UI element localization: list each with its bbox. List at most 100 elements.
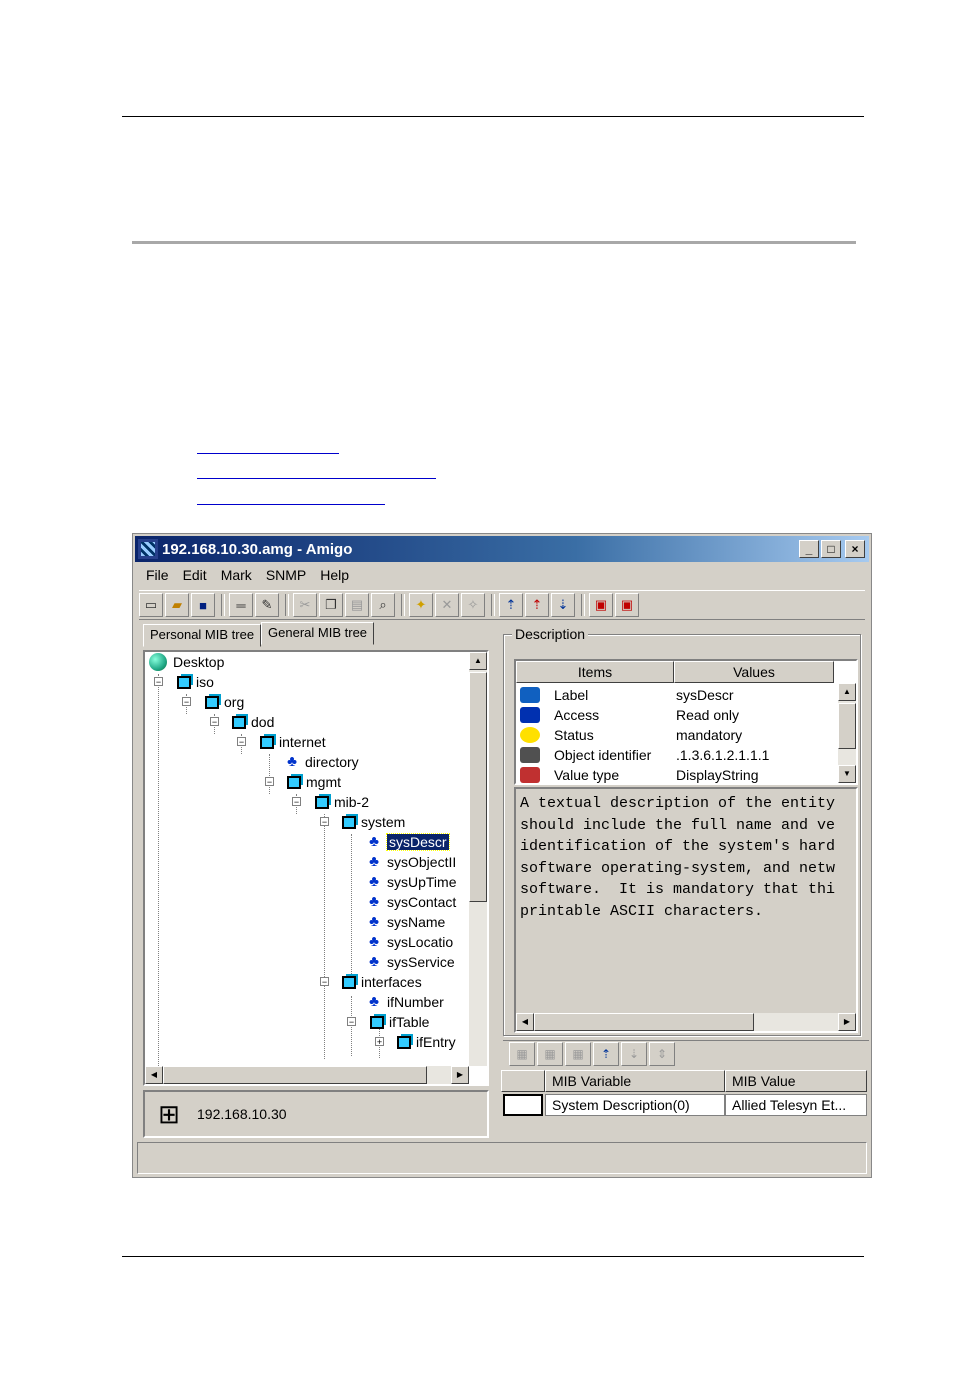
scroll-right-icon[interactable]: ▶ [838,1013,856,1031]
scroll-left-icon[interactable]: ◀ [516,1013,534,1031]
desc-horizontal-scrollbar[interactable]: ◀ ▶ [516,1013,856,1031]
description-row[interactable]: Access Read only [516,705,739,725]
copy-icon[interactable]: ❐ [319,593,343,617]
collapse-iftable[interactable]: − [347,1017,356,1027]
close-button[interactable]: × [845,540,865,558]
desc-hscroll-thumb[interactable] [534,1013,754,1031]
tree-hscroll-thumb[interactable] [163,1066,427,1084]
mib-leaf-icon: ♣ [369,893,379,910]
snmp-set-icon[interactable]: ⇣ [551,593,575,617]
cut-icon[interactable]: ✂ [293,593,317,617]
tree-node-org[interactable]: org [205,692,244,712]
tree-node-iso[interactable]: iso [177,672,214,692]
tree-horizontal-scrollbar[interactable]: ◀ ▶ [145,1066,469,1084]
menu-edit[interactable]: Edit [176,564,214,586]
tab-personal-mib-tree[interactable]: Personal MIB tree [143,624,262,647]
open-folder-icon[interactable]: ▰ [165,593,189,617]
grid-scroll-thumb[interactable] [838,703,856,749]
description-row[interactable]: Label sysDescr [516,685,734,705]
section-rule [132,241,856,244]
menu-file[interactable]: File [139,564,176,586]
tree-node-sysdescr[interactable]: ♣ sysDescr [365,832,450,852]
scroll-right-icon[interactable]: ▶ [451,1066,469,1084]
new-file-icon[interactable]: ▭ [139,593,163,617]
connect-icon[interactable]: ═ [229,593,253,617]
description-row[interactable]: Object identifier .1.3.6.1.2.1.1.1 [516,745,769,765]
description-row[interactable]: Value type DisplayString [516,765,758,783]
scroll-left-icon[interactable]: ◀ [145,1066,163,1084]
tree-node-syslocation[interactable]: ♣ sysLocatio [365,932,453,952]
table-row-value[interactable]: Allied Telesyn Et... [725,1094,867,1116]
column-mib-value[interactable]: MIB Value [725,1070,867,1092]
snmp-get-icon[interactable]: ⇡ [499,593,523,617]
snmp-getnext-icon[interactable]: ⇡ [525,593,549,617]
tree-node-iftable[interactable]: ifTable [370,1012,429,1032]
tree-vertical-scrollbar[interactable]: ▲ [469,652,487,1066]
row-selector[interactable] [503,1094,543,1116]
var-getnext-icon[interactable]: ▦ [537,1042,563,1066]
scroll-down-icon[interactable]: ▼ [838,765,856,783]
expand-ifentry[interactable]: + [375,1037,384,1047]
tree-node-ifentry[interactable]: ifEntry [397,1032,456,1052]
description-row[interactable]: Status mandatory [516,725,742,745]
column-blank[interactable] [501,1070,545,1092]
maximize-button[interactable]: □ [821,540,841,558]
var-clear-icon[interactable]: ⇕ [649,1042,675,1066]
collapse-org[interactable]: − [182,697,191,707]
minimize-button[interactable]: _ [799,540,819,558]
tree-node-syscontact[interactable]: ♣ sysContact [365,892,456,912]
doc-link-1[interactable] [197,453,339,454]
doc-link-3[interactable] [197,504,385,505]
tree-node-mib-2[interactable]: mib-2 [315,792,369,812]
title-bar[interactable]: 192.168.10.30.amg - Amigo _ □ × [135,536,869,562]
save-icon[interactable]: ■ [191,593,215,617]
paste-icon[interactable]: ▤ [345,593,369,617]
scroll-up-icon[interactable]: ▲ [469,652,487,670]
folder-cube-icon [287,775,301,789]
tree-node-internet[interactable]: internet [260,732,326,752]
scroll-up-icon[interactable]: ▲ [838,683,856,701]
menu-mark[interactable]: Mark [214,564,259,586]
tree-node-dod[interactable]: dod [232,712,274,732]
find-icon[interactable]: ⌕ [371,593,395,617]
trap-send-icon[interactable]: ▣ [615,593,639,617]
tree-node-sysname[interactable]: ♣ sysName [365,912,445,932]
tree-node-sysobjectid[interactable]: ♣ sysObjectII [365,852,456,872]
doc-link-2[interactable] [197,478,436,479]
tools-icon[interactable]: ✎ [255,593,279,617]
tab-general-mib-tree[interactable]: General MIB tree [261,622,375,645]
tree-node-interfaces[interactable]: interfaces [342,972,422,992]
tree-node-ifnumber[interactable]: ♣ ifNumber [365,992,444,1012]
tree-node-directory[interactable]: ♣ directory [283,752,359,772]
unpin-all-icon[interactable]: ✧ [461,593,485,617]
collapse-system[interactable]: − [320,817,329,827]
menu-help[interactable]: Help [313,564,356,586]
mib-tree: Desktop − iso − org − dod − internet ♣ d… [143,650,489,1086]
trap-icon[interactable]: ▣ [589,593,613,617]
column-values[interactable]: Values [674,661,834,683]
var-set-icon[interactable]: ⇡ [593,1042,619,1066]
tree-node-mgmt[interactable]: mgmt [287,772,341,792]
var-walk-icon[interactable]: ▦ [565,1042,591,1066]
menu-snmp[interactable]: SNMP [259,564,313,586]
var-get-icon[interactable]: ▦ [509,1042,535,1066]
tree-node-sysservices[interactable]: ♣ sysService [365,952,455,972]
column-items[interactable]: Items [516,661,674,683]
mib-leaf-icon: ♣ [369,833,379,850]
collapse-mgmt[interactable]: − [265,777,274,787]
collapse-internet[interactable]: − [237,737,246,747]
tree-node-system[interactable]: system [342,812,405,832]
tree-node-desktop[interactable]: Desktop [149,652,224,672]
collapse-dod[interactable]: − [210,717,219,727]
column-mib-variable[interactable]: MIB Variable [545,1070,725,1092]
grid-vertical-scrollbar[interactable]: ▲ ▼ [838,683,856,783]
unpin-icon[interactable]: ✕ [435,593,459,617]
collapse-mib-2[interactable]: − [292,797,301,807]
collapse-iso[interactable]: − [154,677,163,687]
pin-icon[interactable]: ✦ [409,593,433,617]
tree-scroll-thumb[interactable] [469,672,487,902]
tree-node-sysuptime[interactable]: ♣ sysUpTime [365,872,456,892]
collapse-interfaces[interactable]: − [320,977,329,987]
var-delete-icon[interactable]: ⇣ [621,1042,647,1066]
table-row-variable[interactable]: System Description(0) [545,1094,725,1116]
